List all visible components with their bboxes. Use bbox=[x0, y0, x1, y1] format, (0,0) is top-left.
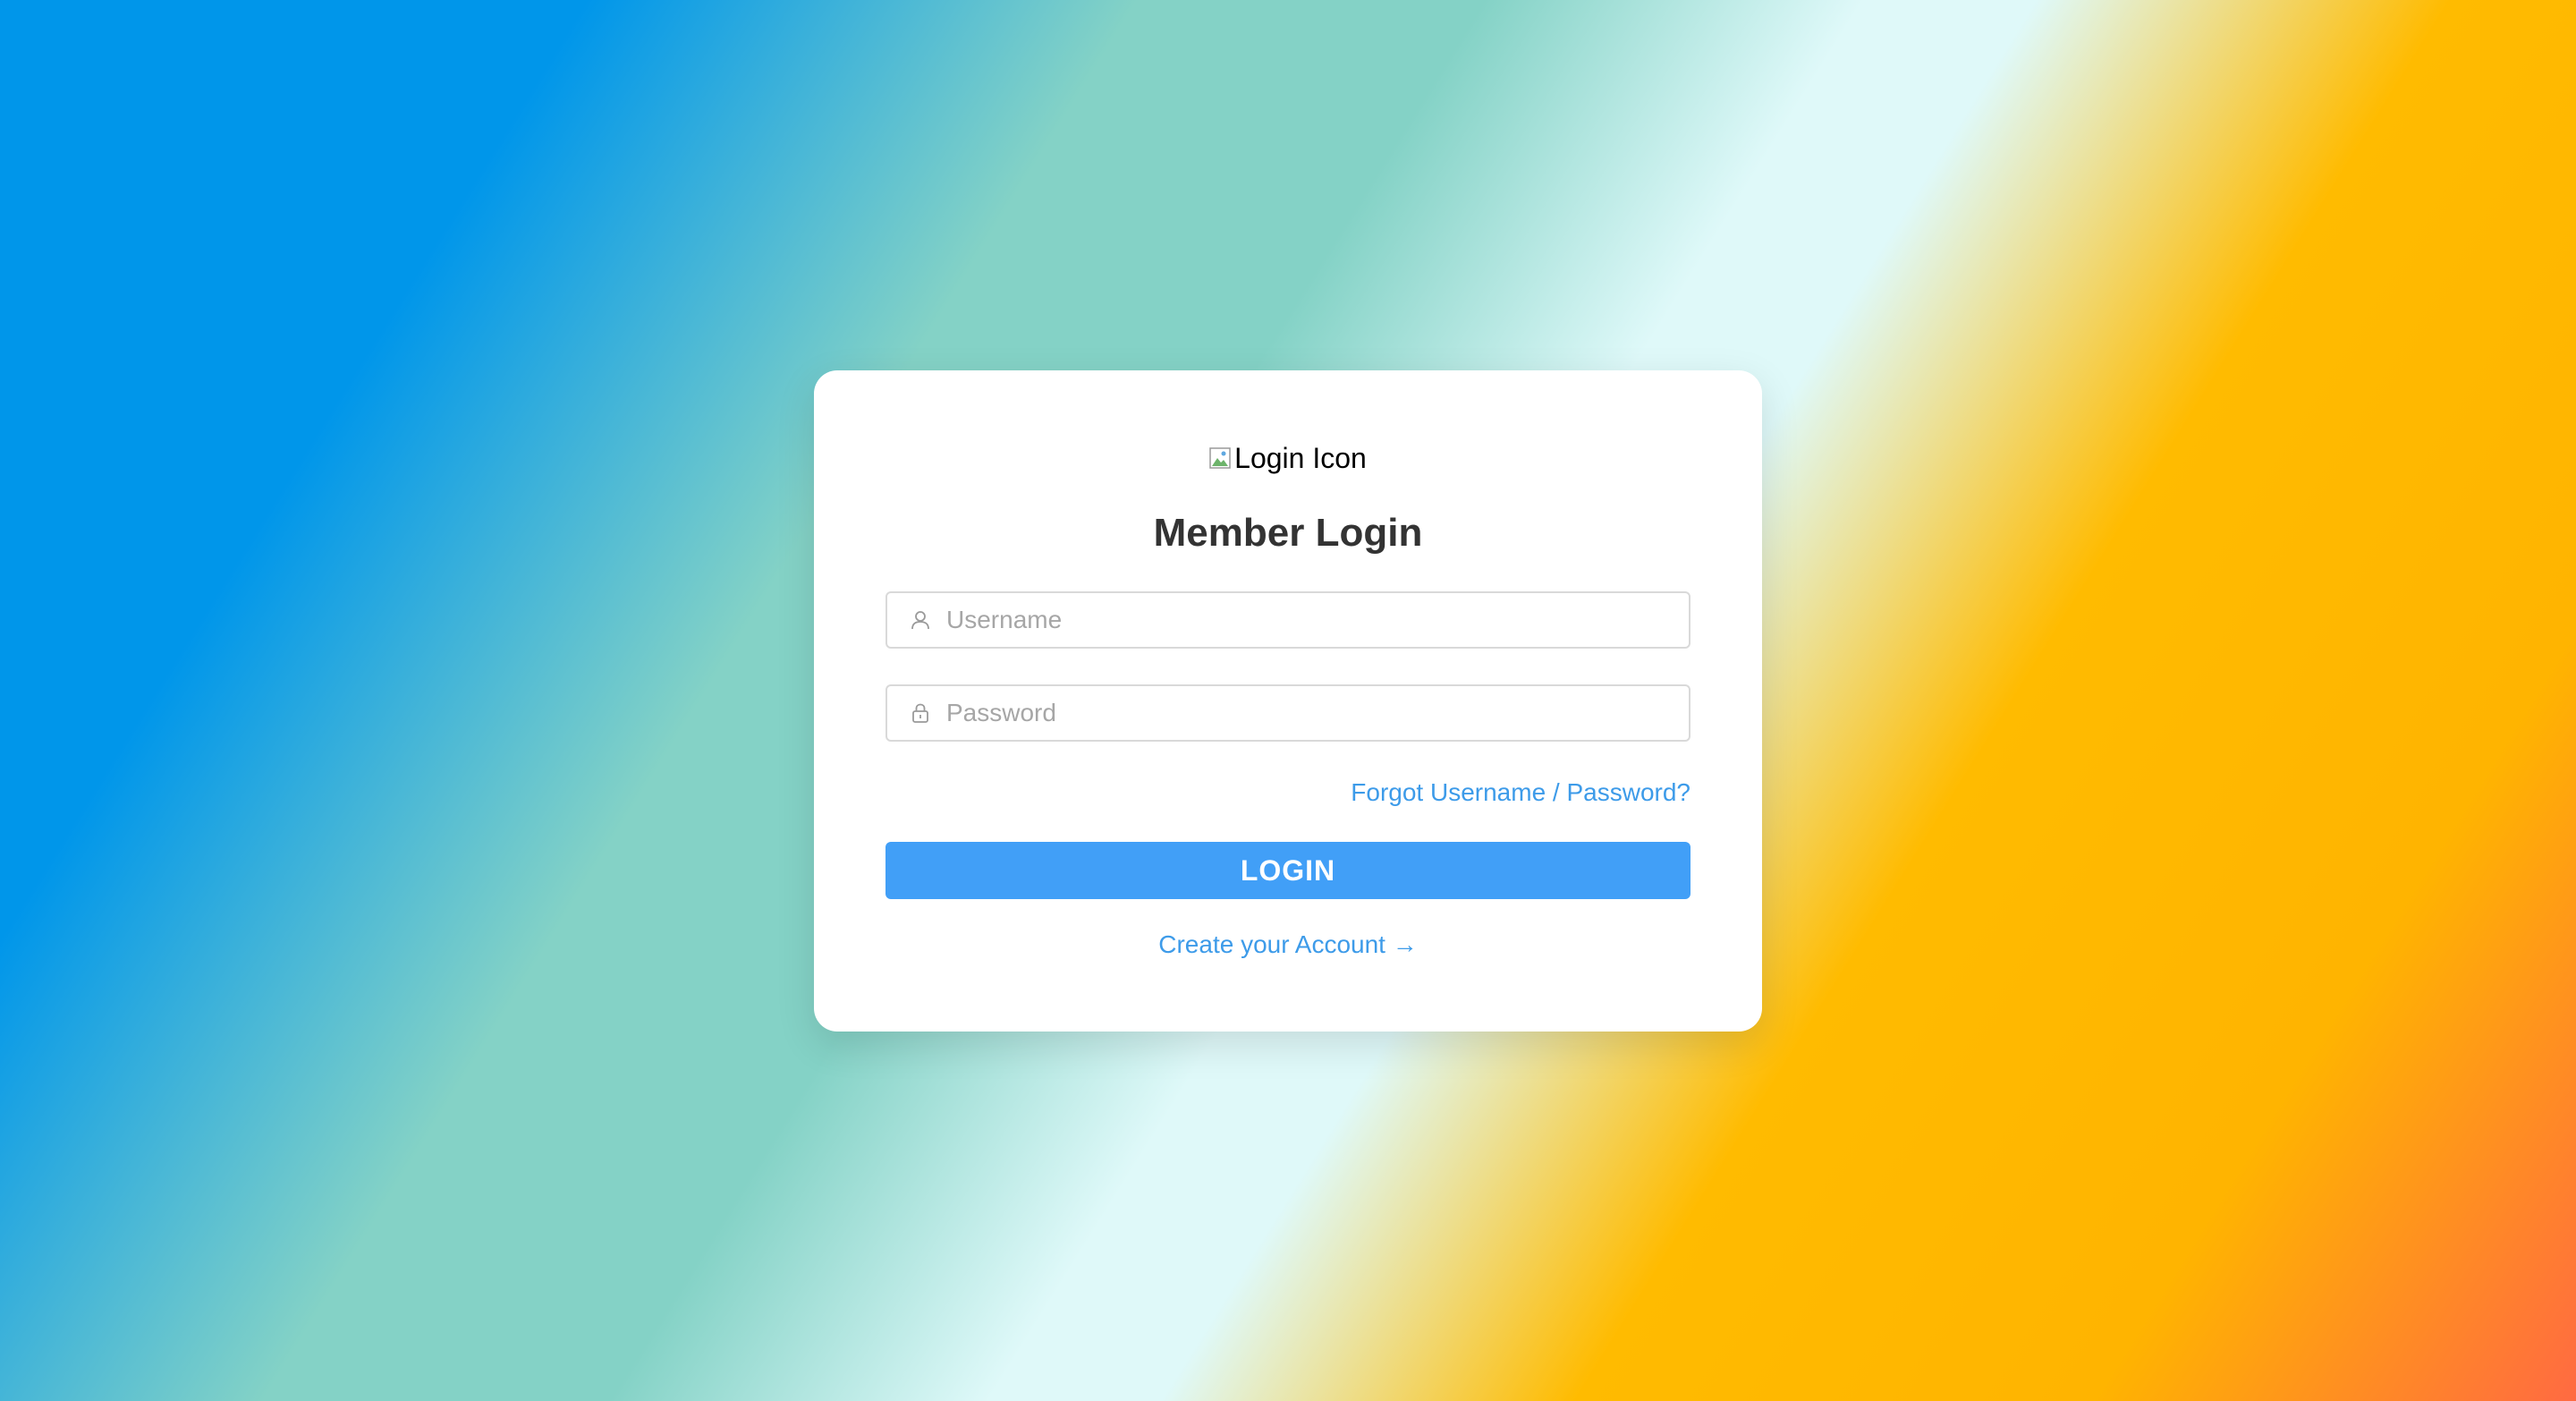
login-icon-alt-text: Login Icon bbox=[1234, 441, 1367, 474]
login-icon-image: Login Icon bbox=[1209, 442, 1367, 475]
login-card: Login Icon Member Login Forgot Username … bbox=[814, 370, 1762, 1032]
broken-image-icon bbox=[1209, 447, 1231, 469]
login-button[interactable]: LOGIN bbox=[886, 842, 1690, 899]
login-logo: Login Icon bbox=[814, 438, 1762, 478]
page-title: Member Login bbox=[1153, 511, 1423, 555]
create-account-row: Create your Account → bbox=[814, 927, 1762, 963]
username-field[interactable] bbox=[886, 591, 1690, 649]
forgot-credentials-link[interactable]: Forgot Username / Password? bbox=[1351, 775, 1690, 811]
create-account-link[interactable]: Create your Account → bbox=[1158, 930, 1417, 958]
password-field[interactable] bbox=[886, 684, 1690, 742]
lock-icon bbox=[912, 703, 928, 723]
password-input[interactable] bbox=[946, 695, 1689, 731]
user-icon bbox=[911, 611, 929, 630]
username-input[interactable] bbox=[946, 602, 1689, 638]
